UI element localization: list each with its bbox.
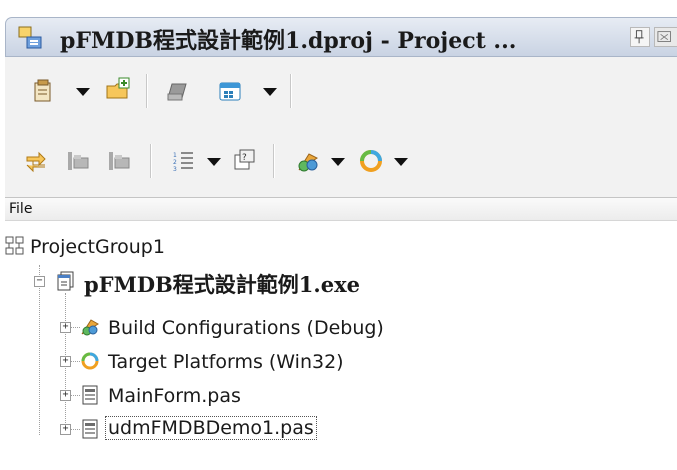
- svg-text:3: 3: [173, 166, 177, 173]
- project-group-icon: [5, 236, 24, 255]
- svg-text:?: ?: [242, 153, 247, 163]
- svg-text:1: 1: [173, 152, 177, 159]
- pas-file-icon: [82, 419, 98, 439]
- new-item-icon[interactable]: [30, 78, 56, 104]
- options-dropdown[interactable]: [263, 88, 277, 96]
- toolbar-separator: [146, 74, 148, 108]
- tree-item-project[interactable]: − pFMDB程式設計範例1.exe: [0, 267, 480, 297]
- sync-icon[interactable]: [23, 148, 49, 174]
- toolbar-area: 1 2 3 ?: [5, 57, 677, 197]
- target-platforms-icon: [81, 352, 99, 370]
- sort-dropdown[interactable]: [207, 158, 221, 166]
- tree-item-label: Build Configurations (Debug): [108, 317, 384, 339]
- build-icon[interactable]: ?: [232, 146, 258, 172]
- collapse-icon[interactable]: [106, 148, 132, 174]
- build-configurations-icon: [81, 319, 99, 336]
- panel-title: pFMDB程式設計範例1.dproj - Project ...: [60, 28, 517, 54]
- expand-toggle[interactable]: +: [60, 424, 71, 435]
- pin-icon[interactable]: [630, 27, 650, 47]
- remove-icon[interactable]: [164, 78, 190, 104]
- project-exe-icon: [57, 271, 74, 291]
- project-manager-icon: [18, 26, 42, 49]
- tree-item-project-group[interactable]: ProjectGroup1: [0, 232, 300, 262]
- target-platforms-dropdown[interactable]: [394, 158, 408, 166]
- toolbar-separator: [150, 144, 152, 178]
- tree-item-label: MainForm.pas: [108, 385, 241, 407]
- svg-text:2: 2: [173, 159, 177, 166]
- tree-item-label: pFMDB程式設計範例1.exe: [84, 272, 360, 297]
- toolbar-separator: [290, 74, 292, 108]
- expand-icon[interactable]: [65, 148, 91, 174]
- add-existing-icon[interactable]: [105, 76, 131, 102]
- close-icon[interactable]: [654, 27, 677, 47]
- target-platforms-icon[interactable]: [358, 148, 384, 174]
- panel-titlebar: pFMDB程式設計範例1.dproj - Project ...: [5, 17, 677, 57]
- build-configurations-dropdown[interactable]: [331, 158, 345, 166]
- tree-item-build-configurations[interactable]: + Build Configurations (Debug): [0, 313, 480, 343]
- project-tree: ProjectGroup1 − pFMDB程式設計範例1.exe + Build…: [0, 221, 677, 470]
- tree-item-target-platforms[interactable]: + Target Platforms (Win32): [0, 347, 480, 377]
- collapse-toggle[interactable]: −: [34, 276, 45, 287]
- expand-toggle[interactable]: +: [60, 356, 71, 367]
- tree-item-label: Target Platforms (Win32): [108, 351, 344, 373]
- new-item-dropdown[interactable]: [76, 88, 90, 96]
- build-configurations-icon[interactable]: [295, 148, 321, 174]
- column-header-label: File: [9, 201, 33, 217]
- tree-item-mainform[interactable]: + MainForm.pas: [0, 381, 480, 411]
- expand-toggle[interactable]: +: [60, 322, 71, 333]
- sort-icon[interactable]: 1 2 3: [171, 148, 197, 174]
- toolbar-separator: [273, 144, 275, 178]
- tree-item-udmfmdbdemo1[interactable]: + udmFMDBDemo1.pas: [0, 415, 480, 445]
- expand-toggle[interactable]: +: [60, 390, 71, 401]
- options-icon[interactable]: [217, 78, 243, 104]
- tree-item-label: ProjectGroup1: [30, 236, 165, 258]
- tree-item-label: udmFMDBDemo1.pas: [105, 416, 317, 440]
- column-header-file[interactable]: File: [5, 197, 677, 221]
- pas-file-icon: [82, 385, 98, 405]
